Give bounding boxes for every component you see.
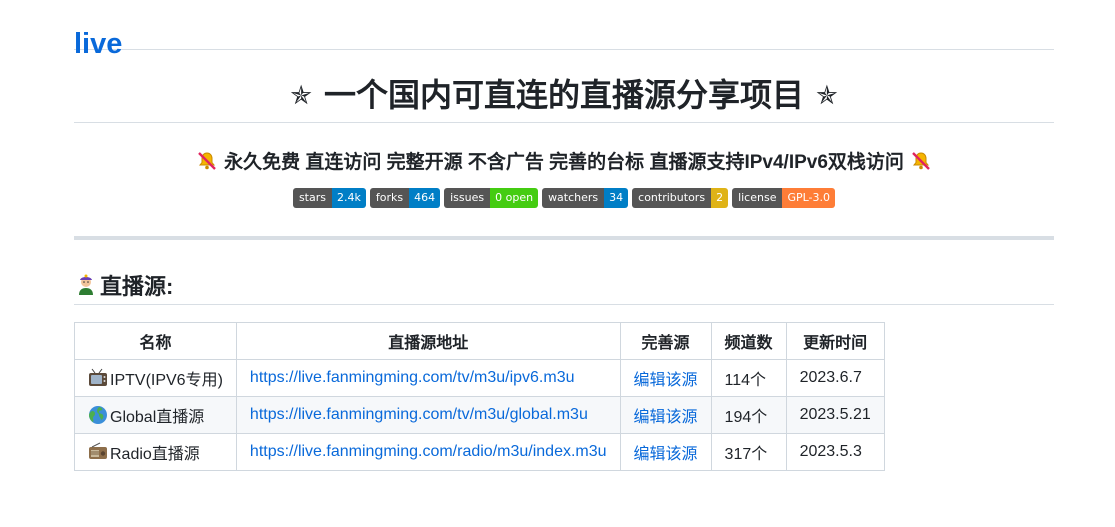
muted-bell-icon xyxy=(910,150,932,172)
table-row: Global直播源 https://live.fanmingming.com/t… xyxy=(74,396,885,434)
table-header-row: 名称 直播源地址 完善源 频道数 更新时间 xyxy=(74,322,885,360)
divider xyxy=(74,304,1054,305)
source-name: IPTV(IPV6专用) xyxy=(110,372,223,389)
badge-issues[interactable]: issues 0 open xyxy=(444,188,539,208)
col-channels: 频道数 xyxy=(710,322,787,360)
readme-content: live ✯ 一个国内可直连的直播源分享项目 ✯ 永久免费 直连访问 完整开源 … xyxy=(74,0,1054,471)
channel-count: 317个 xyxy=(710,433,787,471)
repo-title-link[interactable]: live xyxy=(74,0,1054,59)
live-source-table: 名称 直播源地址 完善源 频道数 更新时间 IPTV(IPV6专用) https… xyxy=(74,322,885,471)
col-edit: 完善源 xyxy=(619,322,712,360)
channel-count: 194个 xyxy=(710,396,787,434)
source-name: Radio直播源 xyxy=(110,446,200,463)
tagline: 永久免费 直连访问 完整开源 不含广告 完善的台标 直播源支持IPv4/IPv6… xyxy=(74,147,1054,174)
updated-date: 2023.6.7 xyxy=(785,359,885,397)
badge-contributors[interactable]: contributors 2 xyxy=(632,188,729,208)
col-name: 名称 xyxy=(74,322,237,360)
tv-icon xyxy=(88,368,108,388)
star-icon: ✯ xyxy=(290,80,312,110)
radio-icon xyxy=(88,442,108,462)
headline-text: 一个国内可直连的直播源分享项目 xyxy=(323,77,804,113)
muted-bell-icon xyxy=(196,150,218,172)
badge-stars[interactable]: stars 2.4k xyxy=(292,188,366,208)
col-updated: 更新时间 xyxy=(785,322,885,360)
edit-source-link[interactable]: 编辑该源 xyxy=(634,446,698,463)
tagline-text: 永久免费 直连访问 完整开源 不含广告 完善的台标 直播源支持IPv4/IPv6… xyxy=(224,152,904,173)
source-url-link[interactable]: https://live.fanmingming.com/tv/m3u/glob… xyxy=(250,406,588,423)
section-title: 直播源: xyxy=(100,274,174,299)
updated-date: 2023.5.21 xyxy=(785,396,885,434)
edit-source-link[interactable]: 编辑该源 xyxy=(634,372,698,389)
source-name: Global直播源 xyxy=(110,409,205,426)
source-url-link[interactable]: https://live.fanmingming.com/tv/m3u/ipv6… xyxy=(250,369,575,386)
edit-source-link[interactable]: 编辑该源 xyxy=(634,409,698,426)
headline: ✯ 一个国内可直连的直播源分享项目 ✯ xyxy=(74,50,1054,122)
table-row: Radio直播源 https://live.fanmingming.com/ra… xyxy=(74,433,885,471)
source-url-link[interactable]: https://live.fanmingming.com/radio/m3u/i… xyxy=(250,443,607,460)
globe-icon xyxy=(88,405,108,425)
star-icon: ✯ xyxy=(816,80,838,110)
table-row: IPTV(IPV6专用) https://live.fanmingming.co… xyxy=(74,359,885,397)
badge-license[interactable]: license GPL-3.0 xyxy=(732,188,836,208)
genie-icon xyxy=(74,273,98,297)
badge-watchers[interactable]: watchers 34 xyxy=(542,188,629,208)
section-heading: 直播源: xyxy=(74,240,1054,304)
badge-forks[interactable]: forks 464 xyxy=(369,188,441,208)
badge-row: stars 2.4k forks 464 issues 0 open watchers… xyxy=(74,188,1054,208)
updated-date: 2023.5.3 xyxy=(785,433,885,471)
col-url: 直播源地址 xyxy=(235,322,621,360)
channel-count: 114个 xyxy=(710,359,787,397)
